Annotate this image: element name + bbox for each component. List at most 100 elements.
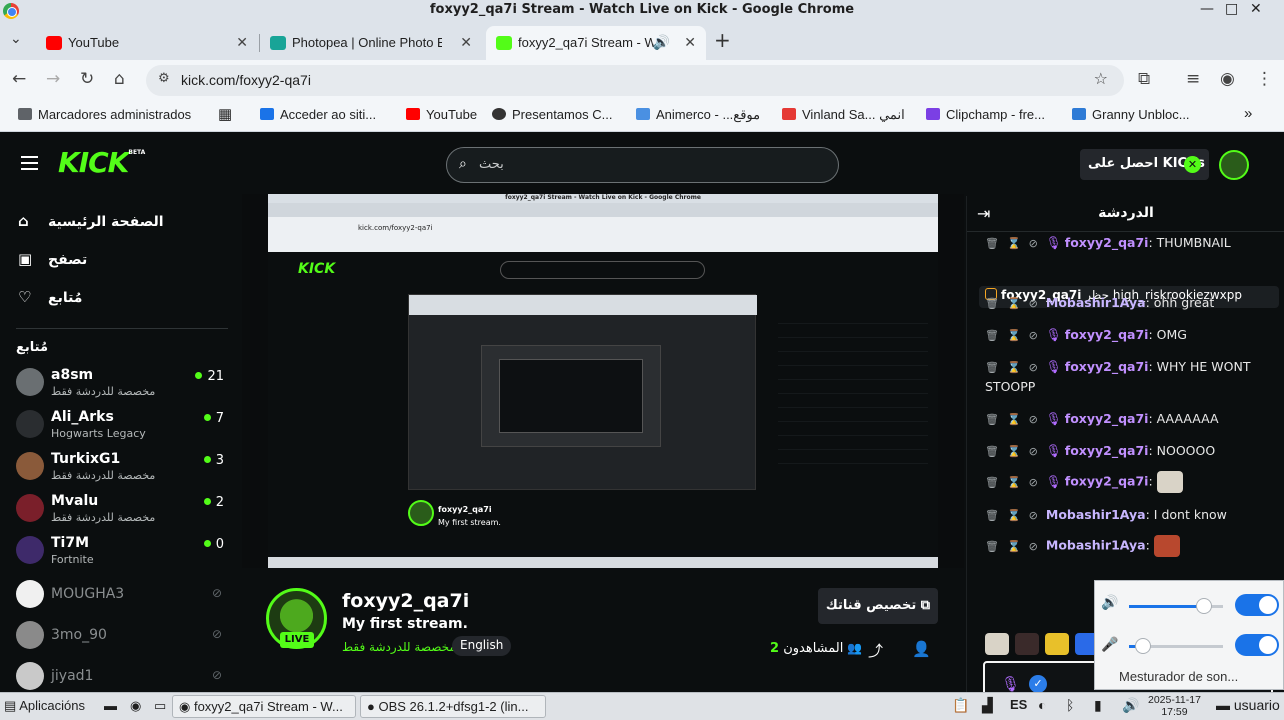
stream-video-frame[interactable]: foxyy2_qa7i Stream - Watch Live on Kick … xyxy=(268,194,938,568)
timeout-icon[interactable]: ⌛ xyxy=(1007,413,1021,426)
customize-channel-button[interactable]: تخصيص قناتك ⧉ xyxy=(818,588,938,624)
kick-logo[interactable]: KICKBETA xyxy=(58,146,145,179)
timeout-icon[interactable]: ⌛ xyxy=(1007,297,1021,310)
audio-playing-icon[interactable]: 🔊 xyxy=(653,34,670,51)
timeout-icon[interactable]: ⌛ xyxy=(1007,237,1021,250)
chat-username[interactable]: foxyy2_qa7i xyxy=(1065,474,1149,489)
battery-icon[interactable]: ▮ xyxy=(1094,697,1102,714)
close-tab-icon[interactable]: ✕ xyxy=(236,34,248,51)
menu-kebab-icon[interactable]: ⋮ xyxy=(1256,69,1273,89)
ban-icon[interactable]: ⊘ xyxy=(1029,476,1038,489)
chrome-launcher-icon[interactable]: ◉ xyxy=(130,698,141,714)
channel-name-title[interactable]: foxyy2_qa7i xyxy=(342,590,469,612)
maximize-icon[interactable]: □ xyxy=(1225,1,1238,17)
minimize-icon[interactable]: — xyxy=(1200,1,1214,17)
followed-channel-offline[interactable]: MOUGHA3 ⊘ xyxy=(16,576,228,612)
chat-message[interactable]: 🗑 ⌛ ⊘ 🎙 foxyy2_qa7i: xyxy=(985,471,1277,493)
output-mute-toggle[interactable] xyxy=(1235,594,1279,616)
bookmark-star-icon[interactable]: ☆ xyxy=(1094,69,1108,88)
output-volume-slider[interactable] xyxy=(1129,598,1223,614)
input-volume-slider[interactable] xyxy=(1129,638,1223,654)
chat-message[interactable]: 🗑 ⌛ ⊘ 🎙 foxyy2_qa7i: AAAAAAA xyxy=(985,409,1277,429)
network-icon[interactable]: ▟ xyxy=(982,697,993,714)
chat-username[interactable]: Mobashir1Aya xyxy=(1046,507,1146,522)
search-input[interactable]: ⌕ بحث xyxy=(446,147,839,183)
emote-item[interactable] xyxy=(1045,633,1069,655)
volume-tray-icon[interactable]: 🔊 xyxy=(1122,697,1139,714)
hamburger-menu-icon[interactable] xyxy=(21,156,38,170)
timeout-icon[interactable]: ⌛ xyxy=(1007,509,1021,522)
tab-kick-active[interactable]: foxyy2_qa7i Stream - W 🔊 ✕ xyxy=(486,26,706,60)
bookmark-item[interactable]: YouTube xyxy=(406,107,477,122)
input-volume-knob[interactable] xyxy=(1135,638,1152,654)
site-info-icon[interactable]: ⚙ xyxy=(158,71,170,86)
get-kicks-button[interactable]: احصل على KICKs ✕ xyxy=(1080,149,1209,180)
bookmark-item[interactable]: Presentamos C... xyxy=(492,107,612,122)
chat-message[interactable]: 🗑 ⌛ ⊘ 🎙 foxyy2_qa7i: NOOOOO xyxy=(985,441,1277,461)
home-icon[interactable]: ⌂ xyxy=(114,69,125,89)
bookmark-item[interactable]: Acceder ao siti... xyxy=(260,107,376,122)
share-icon[interactable]: ⤴ xyxy=(868,640,883,661)
taskbar-window-obs[interactable]: ● OBS 26.1.2+dfsg1-2 (lin... xyxy=(360,695,546,718)
obs-tray-icon[interactable]: ◐ xyxy=(1038,697,1046,713)
apps-grid-icon[interactable]: ▦ xyxy=(218,105,232,123)
ban-icon[interactable]: ⊘ xyxy=(1029,413,1038,426)
chat-message[interactable]: 🗑 ⌛ ⊘ Mobashir1Aya: ohh great xyxy=(985,293,1277,313)
timeout-icon[interactable]: ⌛ xyxy=(1007,361,1021,374)
delete-icon[interactable]: 🗑 xyxy=(985,361,999,374)
chat-username[interactable]: foxyy2_qa7i xyxy=(1065,443,1149,458)
bookmark-item[interactable]: Granny Unbloc... xyxy=(1072,107,1190,122)
tab-youtube[interactable]: YouTube ✕ xyxy=(36,26,258,60)
followed-channel[interactable]: Ti7M Fortnite 0 xyxy=(16,532,228,568)
input-mute-toggle[interactable] xyxy=(1235,634,1279,656)
language-tag[interactable]: English xyxy=(452,636,512,656)
file-manager-icon[interactable]: ▬ xyxy=(104,698,117,713)
emote-item[interactable] xyxy=(1015,633,1039,655)
ban-icon[interactable]: ⊘ xyxy=(1029,361,1038,374)
followed-channel[interactable]: a8sm مخصصة للدردشة فقط 21 xyxy=(16,364,228,400)
url-text[interactable]: kick.com/foxyy2-qa7i xyxy=(181,72,311,88)
chat-username[interactable]: foxyy2_qa7i xyxy=(1065,359,1149,374)
new-tab-icon[interactable]: + xyxy=(714,28,731,52)
sidebar-item-following[interactable]: ♡ مُتابع xyxy=(18,288,82,306)
delete-icon[interactable]: 🗑 xyxy=(985,476,999,489)
chat-message[interactable]: 🗑 ⌛ ⊘ Mobashir1Aya: I dont know xyxy=(985,505,1277,525)
terminal-icon[interactable]: ▭ xyxy=(154,698,166,714)
sidebar-item-home[interactable]: ⌂ الصفحة الرئيسية xyxy=(18,212,164,230)
stream-category[interactable]: مخصصة للدردشة فقط xyxy=(342,640,456,654)
delete-icon[interactable]: 🗑 xyxy=(985,509,999,522)
bookmark-item[interactable]: Clipchamp - fre... xyxy=(926,107,1045,122)
followed-channel[interactable]: Mvalu مخصصة للدردشة فقط 2 xyxy=(16,490,228,526)
chat-username[interactable]: Mobashir1Aya xyxy=(1046,538,1146,553)
video-player[interactable]: foxyy2_qa7i Stream - Watch Live on Kick … xyxy=(242,194,964,568)
sidebar-item-browse[interactable]: ▣ تصفح xyxy=(18,250,87,268)
followed-channel[interactable]: TurkixG1 مخصصة للدردشة فقط 3 xyxy=(16,448,228,484)
extensions-icon[interactable]: ⧉ xyxy=(1138,69,1150,89)
user-avatar[interactable] xyxy=(1219,150,1249,180)
forward-icon[interactable]: → xyxy=(46,69,60,89)
follow-user-icon[interactable]: 👤 xyxy=(912,640,931,658)
reload-icon[interactable]: ↻ xyxy=(80,69,94,89)
chat-message[interactable]: 🗑 ⌛ ⊘ 🎙 foxyy2_qa7i: WHY HE WONT STOOPP xyxy=(985,357,1277,396)
bookmark-managed[interactable]: Marcadores administrados xyxy=(18,107,191,122)
chat-username[interactable]: foxyy2_qa7i xyxy=(1065,411,1149,426)
more-bookmarks-icon[interactable]: » xyxy=(1244,105,1252,122)
delete-icon[interactable]: 🗑 xyxy=(985,445,999,458)
clock[interactable]: 2025-11-17 17:59 xyxy=(1148,694,1201,718)
ban-icon[interactable]: ⊘ xyxy=(1029,445,1038,458)
delete-icon[interactable]: 🗑 xyxy=(985,540,999,553)
chat-username[interactable]: foxyy2_qa7i xyxy=(1065,235,1149,250)
sound-mixer-link[interactable]: Mesturador de son... xyxy=(1119,669,1238,684)
apps-menu-button[interactable]: ▤ Aplicacións xyxy=(4,698,85,714)
ban-icon[interactable]: ⊘ xyxy=(1029,540,1038,553)
followed-channel-offline[interactable]: jiyad1 ⊘ xyxy=(16,658,228,692)
tab-search-chevron-icon[interactable]: ⌄ xyxy=(10,31,22,47)
user-session[interactable]: ▬ usuario xyxy=(1216,697,1280,713)
chat-username[interactable]: foxyy2_qa7i xyxy=(1065,327,1149,342)
ban-icon[interactable]: ⊘ xyxy=(1029,509,1038,522)
chat-message[interactable]: 🗑 ⌛ ⊘ 🎙 foxyy2_qa7i: OMG xyxy=(985,325,1277,345)
timeout-icon[interactable]: ⌛ xyxy=(1007,476,1021,489)
timeout-icon[interactable]: ⌛ xyxy=(1007,329,1021,342)
timeout-icon[interactable]: ⌛ xyxy=(1007,540,1021,553)
bluetooth-icon[interactable]: ᛒ xyxy=(1066,697,1074,713)
